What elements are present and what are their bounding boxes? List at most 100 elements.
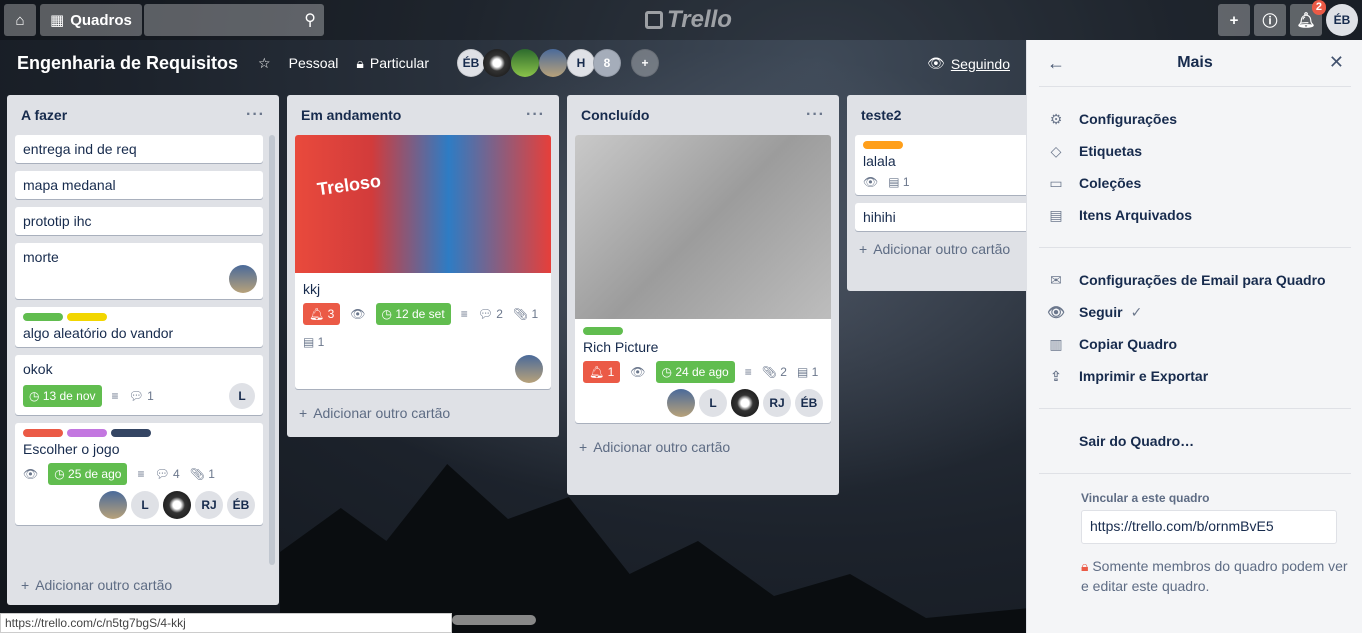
label-red[interactable] (23, 429, 63, 437)
menu-item-arquivados[interactable]: ▤ Itens Arquivados (1039, 199, 1349, 231)
card-member-avatar[interactable] (163, 491, 191, 519)
list-menu-icon[interactable]: ··· (526, 106, 545, 124)
watch-icon: 👁︎ (863, 175, 879, 189)
member-avatar[interactable] (511, 49, 540, 77)
list-title[interactable]: A fazer (21, 107, 67, 123)
menu-item-copiar[interactable]: ▥ Copiar Quadro (1039, 328, 1349, 360)
invite-button[interactable]: + (631, 49, 660, 77)
card-member-avatar[interactable]: L (131, 491, 159, 519)
lock-icon: 🔒︎ (1081, 558, 1089, 574)
board-horizontal-scrollbar[interactable] (452, 615, 536, 625)
due-date-badge[interactable]: ◷ 12 de set (375, 303, 451, 325)
card-member-avatar[interactable] (99, 491, 127, 519)
plus-icon: + (579, 439, 588, 455)
team-button[interactable]: Pessoal (289, 55, 339, 71)
menu-item-label: Imprimir e Exportar (1079, 368, 1209, 384)
card[interactable]: mapa medanal (15, 171, 263, 199)
add-card-button[interactable]: + Adicionar outro cartão (575, 431, 831, 463)
card-member-avatar[interactable] (667, 389, 695, 417)
info-button[interactable]: ⓘ (1254, 4, 1286, 36)
due-date-badge[interactable]: ◷ 13 de nov (23, 385, 102, 407)
list-menu-icon[interactable]: ··· (246, 106, 265, 124)
more-members-count[interactable]: 8 (593, 49, 622, 77)
label-orange[interactable] (863, 141, 903, 149)
board-link-input[interactable]: https://trello.com/b/ornmBvE5 (1081, 510, 1337, 544)
star-button[interactable]: ☆ (258, 55, 271, 72)
card[interactable]: entrega ind de req (15, 135, 263, 163)
list-title[interactable]: Em andamento (301, 107, 401, 123)
plus-icon: + (1229, 11, 1239, 29)
list-scrollbar[interactable] (269, 135, 275, 565)
member-avatar[interactable] (539, 49, 568, 77)
menu-item-imprimir[interactable]: ⇪ Imprimir e Exportar (1039, 360, 1349, 392)
attachment-count: 2 (780, 365, 787, 379)
card[interactable]: Rich Picture 🔔︎ 1 👁︎ ◷ 24 de ago ≡ 📎︎ 2 … (575, 135, 831, 423)
comment-count: 1 (147, 389, 154, 403)
board-title[interactable]: Engenharia de Requisitos (17, 53, 238, 74)
watch-icon: 👁︎ (350, 307, 366, 321)
card[interactable]: Escolher o jogo 👁︎ ◷ 25 de ago ≡ 💬︎ 4 📎︎… (15, 423, 263, 525)
member-avatar[interactable] (483, 49, 512, 77)
visibility-button[interactable]: 🔒︎ Particular (356, 55, 429, 72)
card-title: algo aleatório do vandor (23, 325, 174, 341)
close-icon[interactable]: ✕ (1329, 52, 1344, 73)
due-date-text: 13 de nov (42, 389, 96, 403)
menu-item-colecoes[interactable]: ▭ Coleções (1039, 167, 1349, 199)
list-title[interactable]: teste2 (861, 107, 901, 123)
card[interactable]: algo aleatório do vandor (15, 307, 263, 347)
card-member-avatar[interactable]: ÉB (227, 491, 255, 519)
card-title: entrega ind de req (23, 141, 137, 157)
card-member-avatar[interactable]: L (229, 383, 255, 409)
label-green[interactable] (23, 313, 63, 321)
user-avatar[interactable]: ÉB (1326, 4, 1358, 36)
search-input[interactable]: ⚲ (144, 4, 324, 36)
list-menu-icon[interactable]: ··· (806, 106, 825, 124)
member-avatar[interactable]: H (567, 49, 596, 77)
menu-item-seguir[interactable]: 👁︎ Seguir ✓ (1039, 296, 1349, 328)
menu-sidebar: Mais ← ✕ ⚙ Configurações ◇ Etiquetas ▭ Cole… (1026, 40, 1362, 633)
label-black[interactable] (111, 429, 151, 437)
card-member-avatar[interactable] (731, 389, 759, 417)
lock-icon: 🔒︎ (356, 54, 364, 71)
menu-item-etiquetas[interactable]: ◇ Etiquetas (1039, 135, 1349, 167)
trello-logo[interactable]: Trello (645, 6, 732, 34)
card-title: okok (23, 361, 53, 377)
add-card-button[interactable]: + Adicionar outro cartão (17, 569, 176, 601)
card-member-avatar[interactable] (515, 355, 543, 383)
sidebar-title: Mais (1177, 54, 1213, 71)
notifications-button[interactable]: 🔔︎ 2 (1290, 0, 1326, 36)
label-yellow[interactable] (67, 313, 107, 321)
card-member-avatar[interactable]: ÉB (795, 389, 823, 417)
card[interactable]: okok ◷ 13 de nov ≡ 💬︎ 1 L (15, 355, 263, 415)
card-member-avatar[interactable]: RJ (763, 389, 791, 417)
due-date-badge[interactable]: ◷ 24 de ago (655, 361, 735, 383)
card[interactable]: morte (15, 243, 263, 299)
back-arrow-icon[interactable]: ← (1047, 53, 1065, 74)
home-button[interactable]: ⌂ (4, 4, 36, 36)
member-avatar[interactable]: ÉB (457, 49, 486, 77)
menu-item-sair[interactable]: Sair do Quadro… (1039, 425, 1349, 457)
card-member-avatar[interactable]: L (699, 389, 727, 417)
add-card-label: Adicionar outro cartão (873, 241, 1011, 257)
add-card-button[interactable]: + Adicionar outro cartão (295, 397, 551, 429)
card[interactable]: prototip ihc (15, 207, 263, 235)
card-member-avatar[interactable] (229, 265, 257, 293)
following-button[interactable]: 👁︎ Seguindo (927, 55, 1010, 72)
label-purple[interactable] (67, 429, 107, 437)
card-member-avatar[interactable]: RJ (195, 491, 223, 519)
menu-item-configuracoes[interactable]: ⚙ Configurações (1039, 103, 1349, 135)
share-icon: ⇪ (1050, 367, 1062, 384)
notification-badge[interactable]: 🔔︎ 1 (583, 361, 621, 383)
list-em-andamento: Em andamento ··· Treloso kkj 🔔︎ 3 👁︎ ◷ 12… (287, 95, 559, 437)
due-date-badge[interactable]: ◷ 25 de ago (48, 463, 128, 485)
list-a-fazer: A fazer ··· entrega ind de req mapa medan… (7, 95, 279, 605)
boards-button[interactable]: ▦ Quadros (40, 4, 142, 36)
add-button[interactable]: + (1218, 4, 1250, 36)
notification-badge[interactable]: 🔔︎ 3 (303, 303, 341, 325)
list-title[interactable]: Concluído (581, 107, 649, 123)
add-member-icon: + (641, 56, 649, 70)
label-green[interactable] (583, 327, 623, 335)
card[interactable]: Treloso kkj 🔔︎ 3 👁︎ ◷ 12 de set ≡ 💬︎ 2 📎… (295, 135, 551, 389)
plus-icon: + (859, 241, 868, 257)
menu-item-email[interactable]: ✉ Configurações de Email para Quadro (1039, 264, 1349, 296)
